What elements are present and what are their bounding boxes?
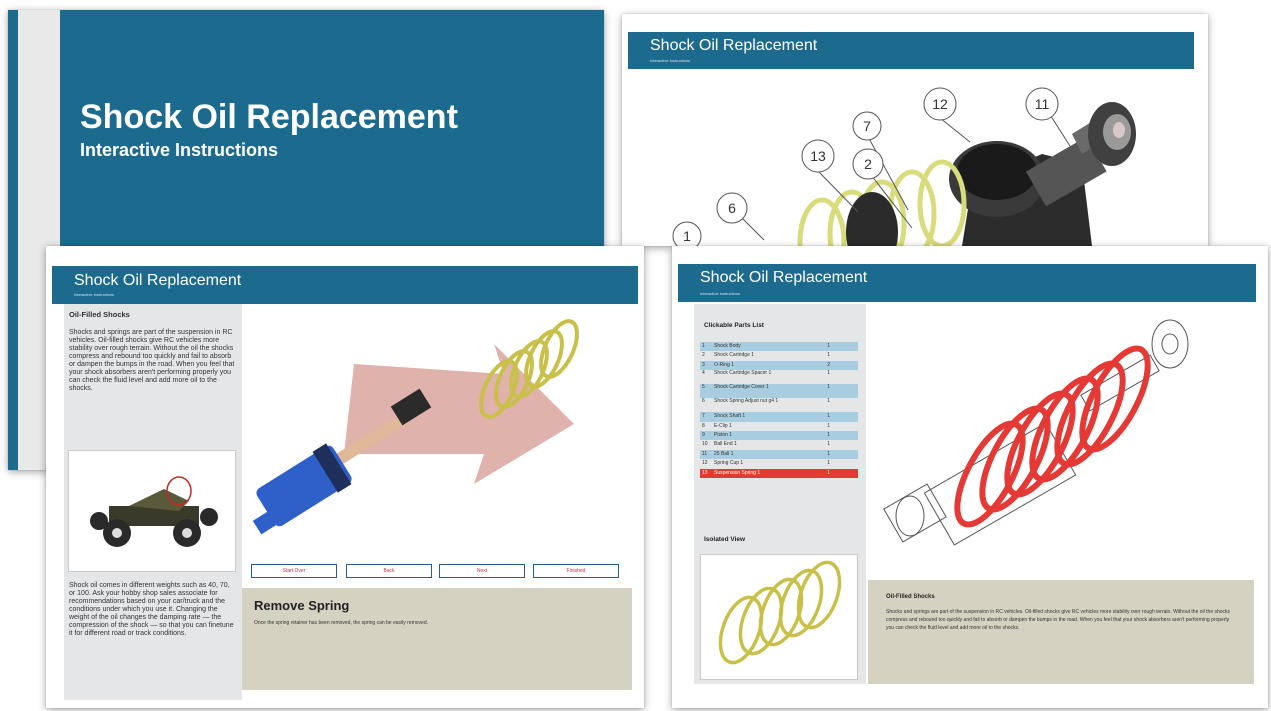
- parts-list-title: Clickable Parts List: [704, 322, 764, 329]
- panel-header: Shock Oil Replacement Interactive Instru…: [678, 264, 1256, 302]
- start-over-button[interactable]: Start Over: [251, 564, 337, 578]
- part-row[interactable]: 10 Ball End 11: [700, 440, 858, 449]
- svg-text:11: 11: [1035, 96, 1050, 112]
- part-row[interactable]: 1 Shock Body 1: [700, 342, 858, 352]
- part-row[interactable]: 6 Shock Spring Adjust nut g4 11: [700, 398, 858, 412]
- exploded-shock-illustration: 12 11 7 13 2 6 1: [672, 87, 1136, 246]
- isolated-view-title: Isolated View: [704, 536, 746, 543]
- finished-button[interactable]: Finished: [533, 564, 619, 578]
- svg-text:7: 7: [863, 118, 871, 134]
- svg-text:2: 2: [864, 156, 872, 172]
- panel-header: Shock Oil Replacement Interactive Instru…: [52, 266, 638, 304]
- part-row[interactable]: 3 O-Ring 12: [700, 360, 858, 371]
- part-row[interactable]: 4 Shock Cartridge Spacer 11: [700, 370, 858, 384]
- header-title: Shock Oil Replacement: [74, 272, 242, 289]
- left-strip: [8, 10, 18, 470]
- back-button[interactable]: Back: [346, 564, 432, 578]
- parts-list: 1 Shock Body 1 2 Shock Cartridge 11 3 O-Ring…: [700, 342, 858, 478]
- part-row[interactable]: 12 Spring Cup 11: [700, 459, 858, 468]
- part-row[interactable]: 7 Shock Shaft 11: [700, 412, 858, 422]
- caption-title: Oil-Filled Shocks: [886, 594, 935, 600]
- svg-text:1: 1: [683, 228, 691, 244]
- part-row-selected[interactable]: 13 Suspension Spring 11: [700, 468, 858, 478]
- parts-list-panel: Shock Oil Replacement Interactive Instru…: [672, 246, 1268, 708]
- svg-text:13: 13: [810, 148, 826, 164]
- rc-car-photo: [68, 450, 236, 572]
- step-title: Remove Spring: [254, 598, 350, 613]
- sidebar-text: Shocks and springs are part of the suspe…: [69, 329, 235, 392]
- shock-highlight-illustration: [883, 319, 1189, 546]
- part-row[interactable]: 5 Shock Cartridge Cover 11: [700, 384, 858, 399]
- navigation-buttons: Start Over Back Next Finished: [251, 564, 623, 580]
- sidebar-text-2: Shock oil comes in different weights suc…: [69, 582, 234, 637]
- slide-title: Shock Oil Replacement: [80, 98, 458, 136]
- exploded-view-panel: Shock Oil Replacement Interactive Instru…: [622, 14, 1208, 246]
- caption-text: Shocks and springs are part of the suspe…: [886, 609, 1231, 631]
- svg-text:6: 6: [728, 200, 736, 216]
- header-subtitle: Interactive Instructions: [700, 291, 741, 296]
- isolated-view-box: [700, 554, 858, 680]
- sidebar-section: Oil-Filled Shocks Shocks and springs are…: [69, 310, 237, 393]
- info-caption: Oil-Filled Shocks Shocks and springs are…: [868, 580, 1254, 684]
- part-row[interactable]: 2 Shock Cartridge 11: [700, 351, 858, 360]
- info-sidebar: Oil-Filled Shocks Shocks and springs are…: [64, 304, 242, 700]
- collage-stage: Shock Oil Replacement Interactive Instru…: [0, 0, 1271, 711]
- spring-removal-illustration: [252, 319, 579, 535]
- next-button[interactable]: Next: [439, 564, 525, 578]
- step-view-panel: Shock Oil Replacement Interactive Instru…: [46, 246, 644, 708]
- parts-sidebar: Clickable Parts List 1 Shock Body 1 2 Shock…: [694, 304, 866, 684]
- step-description: Once the spring retainer has been remove…: [254, 620, 428, 626]
- svg-text:12: 12: [932, 96, 948, 112]
- step-caption: Remove Spring Once the spring retainer h…: [242, 588, 632, 690]
- part-row[interactable]: 11 25 Ball 11: [700, 449, 858, 460]
- sidebar-title: Oil-Filled Shocks: [69, 310, 130, 319]
- header-subtitle: Interactive Instructions: [74, 292, 115, 297]
- header-title: Shock Oil Replacement: [700, 269, 868, 286]
- part-row[interactable]: 9 Piston 11: [700, 430, 858, 441]
- slide-subtitle: Interactive Instructions: [80, 140, 279, 160]
- part-row[interactable]: 8 E-Clip 11: [700, 422, 858, 431]
